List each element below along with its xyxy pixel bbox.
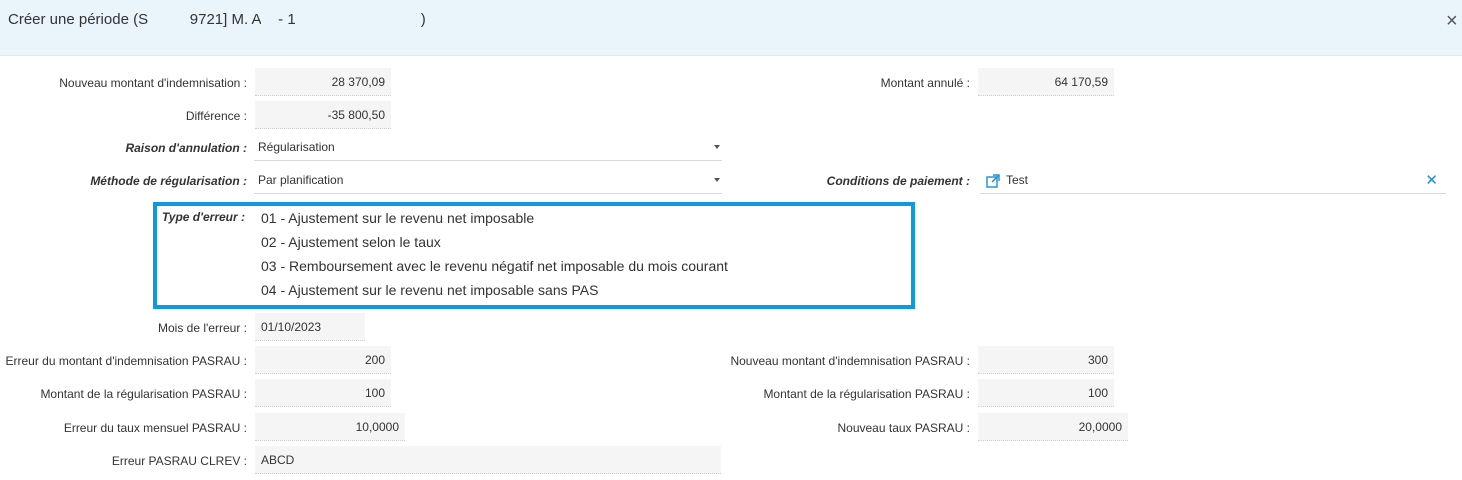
difference-field: -35 800,50 xyxy=(255,101,391,129)
nouveau-montant-field: 28 370,09 xyxy=(255,68,391,96)
montant-annule-field: 64 170,59 xyxy=(978,68,1114,96)
conditions-paiement-field[interactable]: Test ✕ xyxy=(980,168,1446,194)
montant-regularisation-pasrau-right-label: Montant de la régularisation PASRAU : xyxy=(763,387,970,401)
title-redaction-3 xyxy=(295,11,421,28)
montant-regularisation-pasrau-right-field[interactable]: 100 xyxy=(978,379,1114,407)
erreur-taux-pasrau-label: Erreur du taux mensuel PASRAU : xyxy=(63,421,247,435)
methode-regularisation-select[interactable]: Par planification xyxy=(254,168,722,194)
type-erreur-label: Type d'erreur : xyxy=(161,210,245,224)
methode-regularisation-value: Par planification xyxy=(258,173,344,187)
mois-erreur-label: Mois de l'erreur : xyxy=(158,321,247,335)
title-redaction xyxy=(148,11,190,28)
mois-erreur-field[interactable]: 01/10/2023 xyxy=(255,313,365,341)
erreur-montant-pasrau-label: Erreur du montant d'indemnisation PASRAU… xyxy=(5,354,247,368)
methode-regularisation-label: Méthode de régularisation : xyxy=(90,174,247,188)
close-icon[interactable]: × xyxy=(1446,10,1462,32)
raison-annulation-select[interactable]: Régularisation xyxy=(254,135,722,161)
type-erreur-option-01[interactable]: 01 - Ajustement sur le revenu net imposa… xyxy=(261,210,534,226)
title-suffix: ) xyxy=(420,11,426,28)
chevron-down-icon xyxy=(714,145,720,149)
title-mid-2: - 1 xyxy=(278,11,296,28)
title-prefix: Créer une période (S xyxy=(8,11,149,28)
raison-annulation-label: Raison d'annulation : xyxy=(125,141,247,155)
clear-icon[interactable]: ✕ xyxy=(1425,169,1438,193)
create-period-dialog: Créer une période (S 9721] M. A - 1 ) × … xyxy=(0,0,1462,480)
erreur-clrev-label: Erreur PASRAU CLREV : xyxy=(111,454,247,468)
montant-regularisation-pasrau-field[interactable]: 100 xyxy=(255,379,391,407)
montant-regularisation-pasrau-label: Montant de la régularisation PASRAU : xyxy=(40,387,247,401)
dialog-header: Créer une période (S 9721] M. A - 1 ) × xyxy=(0,0,1462,56)
raison-annulation-value: Régularisation xyxy=(258,140,335,154)
type-erreur-option-03[interactable]: 03 - Remboursement avec le revenu négati… xyxy=(261,258,728,274)
nouveau-taux-pasrau-field[interactable]: 20,0000 xyxy=(978,413,1128,441)
title-redaction-2 xyxy=(261,11,279,28)
nouveau-montant-label: Nouveau montant d'indemnisation : xyxy=(59,76,247,90)
external-link-icon[interactable] xyxy=(986,174,1000,188)
dialog-title: Créer une période (S 9721] M. A - 1 ) xyxy=(8,11,426,28)
nouveau-montant-pasrau-field[interactable]: 300 xyxy=(978,346,1114,374)
type-erreur-option-02[interactable]: 02 - Ajustement selon le taux xyxy=(261,234,441,250)
erreur-taux-pasrau-field[interactable]: 10,0000 xyxy=(255,413,405,441)
difference-label: Différence : xyxy=(185,109,247,123)
type-erreur-listbox: Type d'erreur : 01 - Ajustement sur le r… xyxy=(153,202,915,309)
type-erreur-option-04[interactable]: 04 - Ajustement sur le revenu net imposa… xyxy=(261,282,598,298)
erreur-montant-pasrau-field[interactable]: 200 xyxy=(255,346,391,374)
title-mid: 9721] M. A xyxy=(189,11,262,28)
conditions-paiement-value: Test xyxy=(1006,173,1029,187)
montant-annule-label: Montant annulé : xyxy=(880,76,970,90)
erreur-clrev-field[interactable]: ABCD xyxy=(255,446,721,474)
conditions-paiement-label: Conditions de paiement : xyxy=(826,174,970,188)
nouveau-taux-pasrau-label: Nouveau taux PASRAU : xyxy=(837,421,970,435)
nouveau-montant-pasrau-label: Nouveau montant d'indemnisation PASRAU : xyxy=(730,354,970,368)
